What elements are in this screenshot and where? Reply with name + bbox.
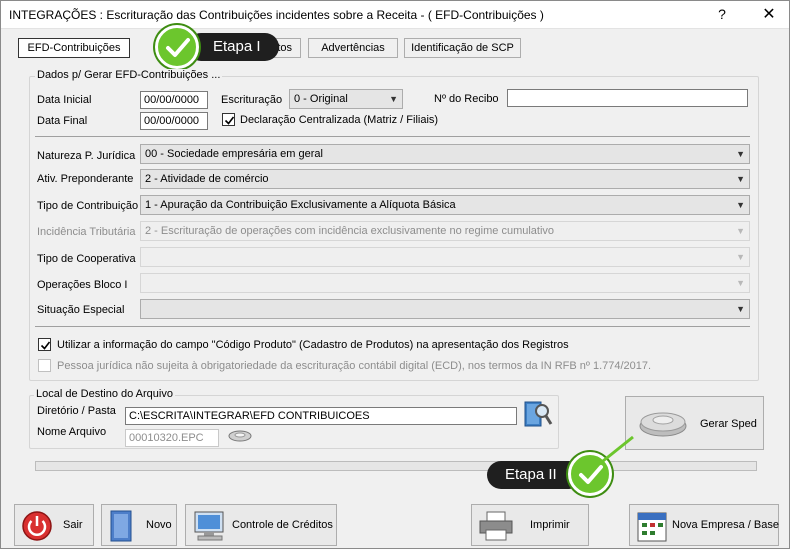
tipo-contribuicao-select[interactable]: 1 - Apuração da Contribuição Exclusivame… (140, 195, 750, 215)
sair-button[interactable]: Sair (14, 504, 94, 546)
callout-etapa-1: Etapa I (187, 33, 279, 61)
pessoa-juridica-checkbox (38, 359, 51, 372)
natureza-label: Natureza P. Jurídica (37, 150, 136, 162)
tipo-contribuicao-value: 1 - Apuração da Contribuição Exclusivame… (145, 199, 456, 211)
power-icon (21, 510, 53, 545)
cooperativa-label: Tipo de Cooperativa (37, 253, 136, 265)
calendar-icon (636, 509, 668, 546)
data-final-input[interactable]: 00/00/0000 (140, 112, 208, 130)
callout-pointer-icon (602, 435, 634, 463)
diretorio-input[interactable]: C:\ESCRITA\INTEGRAR\EFD CONTRIBUICOES (125, 407, 517, 425)
incidencia-select: 2 - Escrituração de operações com incidê… (140, 221, 750, 241)
pessoa-juridica-label: Pessoa jurídica não sujeita à obrigatori… (57, 360, 652, 372)
incidencia-value: 2 - Escrituração de operações com incidê… (145, 225, 555, 237)
divider (35, 326, 750, 327)
controle-creditos-button[interactable]: Controle de Créditos (185, 504, 337, 546)
arquivo-label: Nome Arquivo (37, 426, 107, 438)
escrituracao-value: 0 - Original (294, 93, 348, 105)
nova-empresa-label: Nova Empresa / Base (672, 519, 779, 531)
tab-label: Identificação de SCP (411, 42, 514, 54)
ativ-label: Ativ. Preponderante (37, 173, 134, 185)
controle-creditos-label: Controle de Créditos (232, 519, 333, 531)
recibo-input[interactable] (507, 89, 748, 107)
situacao-select[interactable]: ▼ (140, 299, 750, 319)
chevron-down-icon: ▼ (736, 174, 745, 184)
sair-label: Sair (63, 519, 83, 531)
computer-icon (192, 509, 228, 546)
ativ-select[interactable]: 2 - Atividade de comércio ▼ (140, 169, 750, 189)
imprimir-button[interactable]: Imprimir (471, 504, 589, 546)
ativ-value: 2 - Atividade de comércio (145, 173, 269, 185)
progress-bar (35, 461, 757, 471)
disk-icon[interactable] (227, 427, 253, 443)
dados-legend: Dados p/ Gerar EFD-Contribuições ... (35, 69, 223, 81)
help-button[interactable]: ? (715, 6, 729, 22)
dialog-window: INTEGRAÇÕES : Escrituração das Contribui… (0, 0, 790, 549)
folder-search-icon[interactable] (523, 398, 553, 428)
tab-label: tos (277, 42, 292, 54)
novo-label: Novo (146, 519, 172, 531)
data-inicial-input[interactable]: 00/00/0000 (140, 91, 208, 109)
bloco-label: Operações Bloco I (37, 279, 128, 291)
chevron-down-icon: ▼ (736, 278, 745, 288)
destino-legend: Local de Destino do Arquivo (34, 388, 175, 400)
bloco-select: ▼ (140, 273, 750, 293)
tipo-contribuicao-label: Tipo de Contribuição (37, 200, 139, 212)
imprimir-label: Imprimir (530, 519, 570, 531)
data-inicial-label: Data Inicial (37, 94, 92, 106)
tab-label: EFD-Contribuições (27, 42, 121, 54)
divider (35, 136, 750, 137)
tab-efd-contribuicoes[interactable]: EFD-Contribuições (18, 38, 130, 58)
chevron-down-icon: ▼ (736, 149, 745, 159)
codigo-produto-label: Utilizar a informação do campo "Código P… (57, 339, 569, 351)
tab-advertencias[interactable]: Advertências (308, 38, 398, 58)
escrituracao-select[interactable]: 0 - Original ▼ (289, 89, 403, 109)
chevron-down-icon: ▼ (736, 252, 745, 262)
arquivo-input: 00010320.EPC (125, 429, 219, 447)
novo-button[interactable]: Novo (101, 504, 177, 546)
situacao-label: Situação Especial (37, 304, 125, 316)
chevron-down-icon: ▼ (736, 304, 745, 314)
escrituracao-label: Escrituração (221, 94, 283, 106)
tab-label: Advertências (321, 42, 385, 54)
nova-empresa-button[interactable]: Nova Empresa / Base (629, 504, 779, 546)
natureza-value: 00 - Sociedade empresária em geral (145, 148, 323, 160)
callout-label: Etapa I (213, 38, 261, 55)
codigo-produto-checkbox[interactable] (38, 338, 51, 351)
cooperativa-select: ▼ (140, 247, 750, 267)
new-document-icon (108, 509, 136, 546)
chevron-down-icon: ▼ (736, 226, 745, 236)
natureza-select[interactable]: 00 - Sociedade empresária em geral ▼ (140, 144, 750, 164)
diretorio-label: Diretório / Pasta (37, 405, 116, 417)
gerar-sped-button[interactable]: Gerar Sped (625, 396, 764, 450)
data-final-label: Data Final (37, 115, 88, 127)
callout-label: Etapa II (505, 466, 557, 483)
incidencia-label: Incidência Tributária (37, 226, 136, 238)
declaracao-checkbox[interactable] (222, 113, 235, 126)
chevron-down-icon: ▼ (389, 94, 398, 104)
gerar-sped-label: Gerar Sped (700, 418, 757, 430)
tab-identificacao-scp[interactable]: Identificação de SCP (404, 38, 521, 58)
chevron-down-icon: ▼ (736, 200, 745, 210)
printer-icon (478, 510, 514, 545)
close-button[interactable]: ✕ (761, 4, 777, 24)
recibo-label: Nº do Recibo (434, 93, 499, 105)
sped-disk-icon (638, 408, 688, 438)
declaracao-label: Declaração Centralizada (Matriz / Filiai… (240, 114, 439, 126)
check-badge-icon (155, 25, 199, 69)
title-bar: INTEGRAÇÕES : Escrituração das Contribui… (1, 1, 789, 29)
window-title: INTEGRAÇÕES : Escrituração das Contribui… (9, 8, 544, 22)
